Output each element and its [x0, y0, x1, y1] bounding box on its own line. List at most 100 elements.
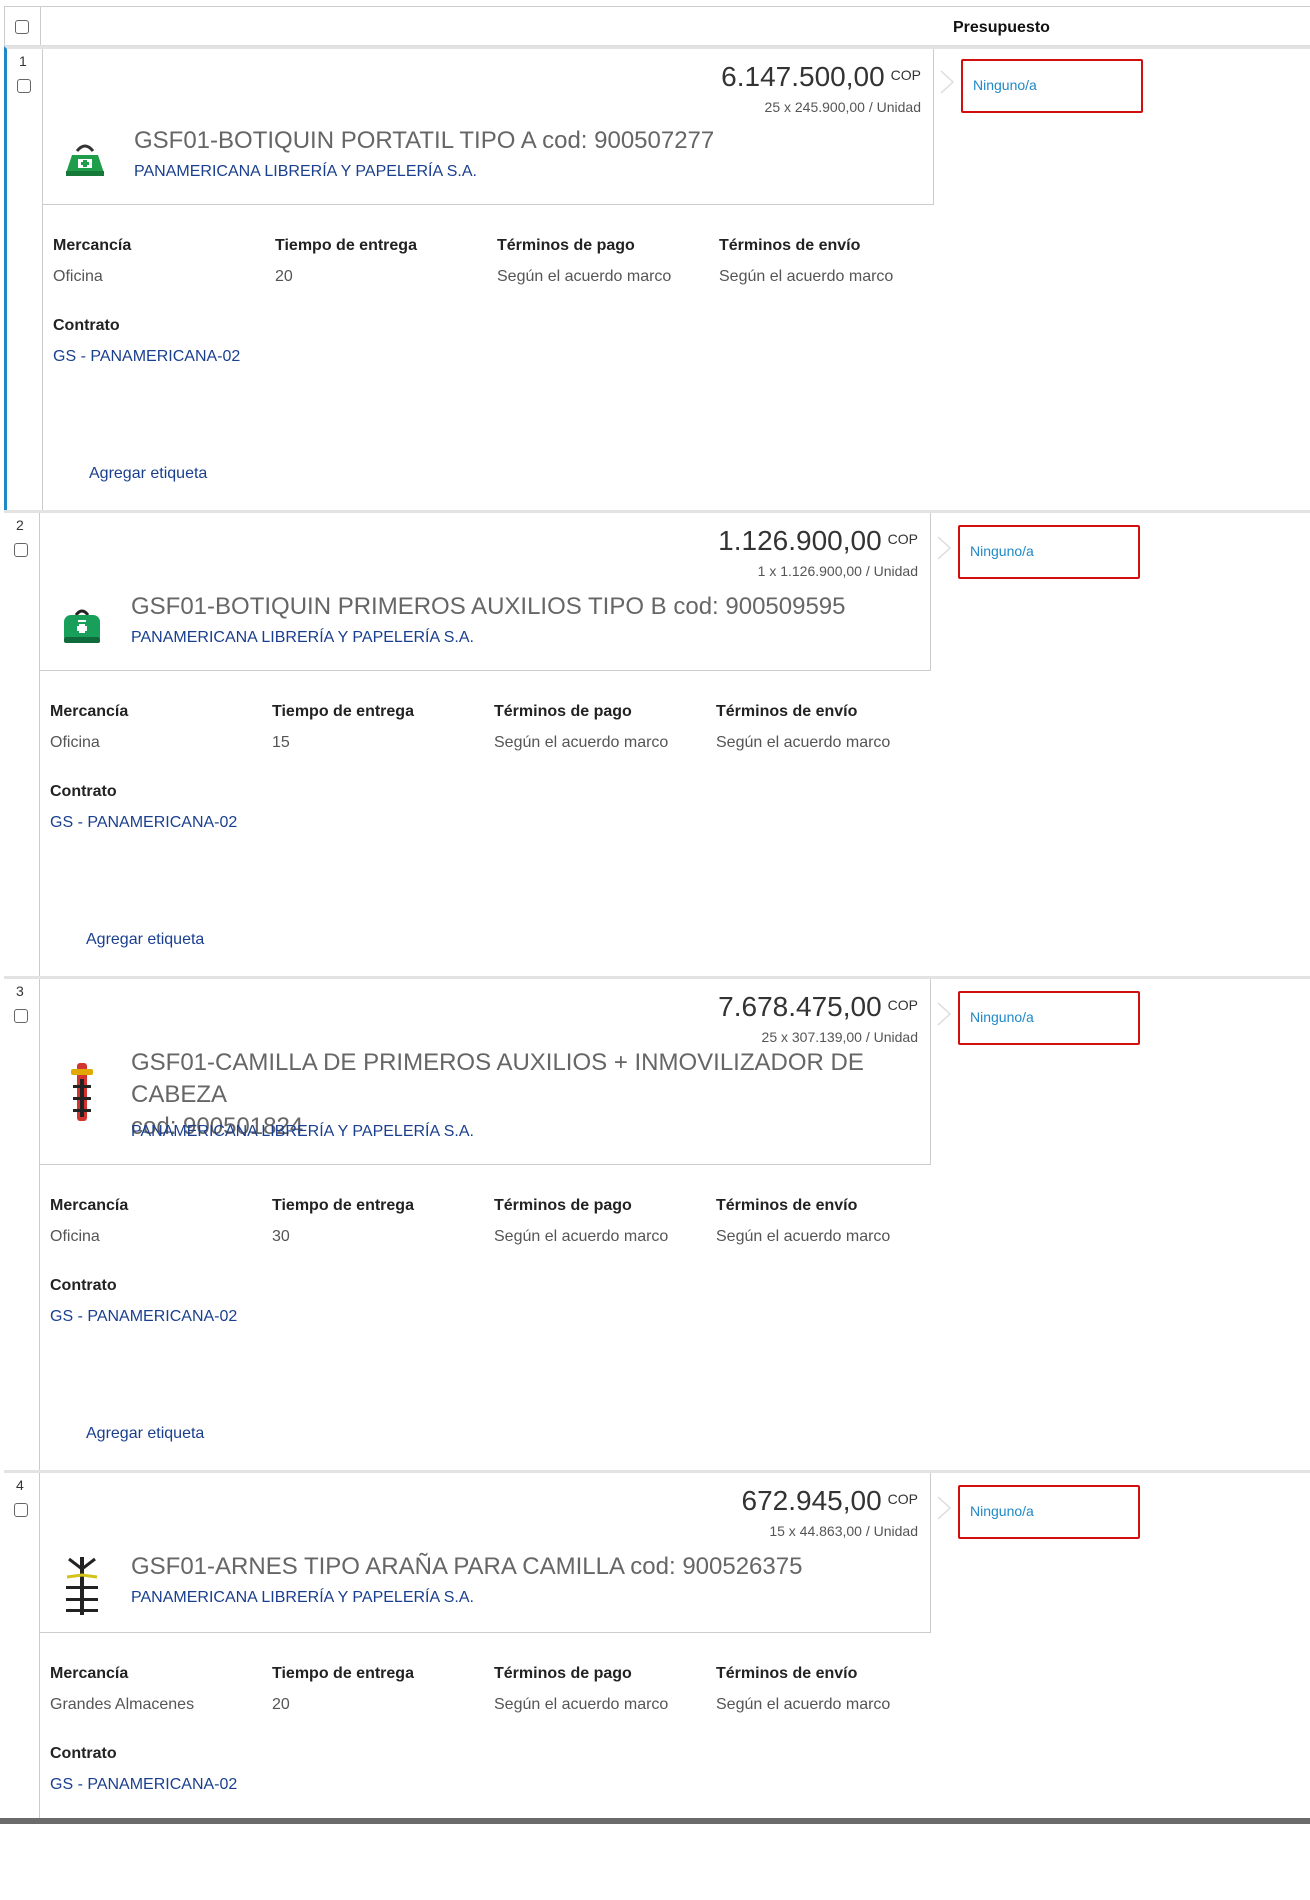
- currency: COP: [887, 1490, 918, 1507]
- row-checkbox[interactable]: [14, 1503, 28, 1517]
- add-tag-link[interactable]: Agregar etiqueta: [89, 465, 207, 483]
- unit-price: 25 x 307.139,00 / Unidad: [761, 1029, 918, 1045]
- payment-label: Términos de pago: [497, 237, 635, 254]
- select-all-checkbox[interactable]: [15, 20, 29, 34]
- shipping-col: Términos de envío Según el acuerdo marco: [719, 237, 919, 291]
- shipping-value: Según el acuerdo marco: [716, 1696, 891, 1713]
- merchandise-label: Mercancía: [50, 1197, 129, 1214]
- shipping-col: Términos de envío Según el acuerdo marco: [716, 1197, 916, 1251]
- delivery-col: Tiempo de entrega 20: [272, 1665, 472, 1719]
- merchandise-col: Mercancía Oficina: [50, 1197, 250, 1251]
- payment-label: Términos de pago: [494, 1197, 632, 1214]
- product-name[interactable]: GSF01-BOTIQUIN PRIMEROS AUXILIOS TIPO B …: [131, 591, 846, 623]
- stretcher-icon[interactable]: [57, 1059, 107, 1123]
- payment-col: Términos de pago Según el acuerdo marco: [494, 1197, 694, 1251]
- merchandise-col: Mercancía Oficina: [50, 703, 250, 757]
- delivery-col: Tiempo de entrega 30: [272, 1197, 472, 1251]
- unit-price: 1 x 1.126.900,00 / Unidad: [757, 563, 918, 579]
- unit-price: 25 x 245.900,00 / Unidad: [764, 99, 921, 115]
- chevron-right-icon: [940, 70, 955, 94]
- budget-field[interactable]: Ninguno/a: [958, 1485, 1140, 1539]
- row-gutter: 1: [7, 49, 43, 510]
- supplier-link[interactable]: PANAMERICANA LIBRERÍA Y PAPELERÍA S.A.: [131, 1123, 474, 1141]
- contract-link[interactable]: GS - PANAMERICANA-02: [50, 809, 240, 837]
- contract-label: Contrato: [50, 1277, 117, 1294]
- delivery-col: Tiempo de entrega 20: [275, 237, 475, 291]
- unit-price: 15 x 44.863,00 / Unidad: [769, 1523, 918, 1539]
- contract-link[interactable]: GS - PANAMERICANA-02: [53, 343, 243, 371]
- total-amount: 6.147.500,00: [721, 61, 885, 92]
- budget-field[interactable]: Ninguno/a: [958, 525, 1140, 579]
- payment-value: Según el acuerdo marco: [494, 734, 669, 751]
- supplier-link[interactable]: PANAMERICANA LIBRERÍA Y PAPELERÍA S.A.: [134, 163, 477, 181]
- horizontal-scrollbar[interactable]: [0, 1818, 1310, 1824]
- chevron-right-icon: [937, 1002, 952, 1026]
- select-all-cell: [5, 7, 41, 45]
- payment-col: Términos de pago Según el acuerdo marco: [494, 1665, 694, 1719]
- delivery-label: Tiempo de entrega: [272, 703, 414, 720]
- supplier-link[interactable]: PANAMERICANA LIBRERÍA Y PAPELERÍA S.A.: [131, 1589, 474, 1607]
- product-name[interactable]: GSF01-BOTIQUIN PORTATIL TIPO A cod: 9005…: [134, 125, 714, 157]
- contract-link[interactable]: GS - PANAMERICANA-02: [50, 1303, 240, 1331]
- delivery-col: Tiempo de entrega 15: [272, 703, 472, 757]
- first-aid-bag-icon[interactable]: [57, 599, 107, 649]
- price-block: 672.945,00 COP 15 x 44.863,00 / Unidad: [742, 1485, 918, 1539]
- payment-label: Términos de pago: [494, 1665, 632, 1682]
- row-checkbox[interactable]: [14, 543, 28, 557]
- shipping-value: Según el acuerdo marco: [719, 268, 894, 285]
- contract-label: Contrato: [50, 783, 117, 800]
- row-checkbox[interactable]: [14, 1009, 28, 1023]
- contract-label: Contrato: [50, 1745, 117, 1762]
- merchandise-col: Mercancía Grandes Almacenes: [50, 1665, 250, 1719]
- contract-link[interactable]: GS - PANAMERICANA-02: [50, 1771, 240, 1799]
- delivery-label: Tiempo de entrega: [275, 237, 417, 254]
- delivery-value: 15: [272, 734, 290, 751]
- payment-value: Según el acuerdo marco: [494, 1696, 669, 1713]
- add-tag-link[interactable]: Agregar etiqueta: [86, 1425, 204, 1443]
- item-card: 672.945,00 COP 15 x 44.863,00 / Unidad GS…: [39, 1473, 931, 1633]
- row-checkbox[interactable]: [17, 79, 31, 93]
- shipping-col: Términos de envío Según el acuerdo marco: [716, 703, 916, 757]
- row-gutter: 3: [4, 979, 40, 1470]
- total-amount: 1.126.900,00: [718, 525, 882, 556]
- currency: COP: [887, 996, 918, 1013]
- item-card: 1.126.900,00 COP 1 x 1.126.900,00 / Unida…: [39, 513, 931, 671]
- product-name[interactable]: GSF01-ARNES TIPO ARAÑA PARA CAMILLA cod:…: [131, 1551, 802, 1583]
- delivery-value: 20: [272, 1696, 290, 1713]
- row-number: 2: [16, 517, 24, 533]
- shipping-label: Términos de envío: [716, 703, 858, 720]
- spider-harness-icon[interactable]: [57, 1553, 107, 1617]
- delivery-value: 20: [275, 268, 293, 285]
- shipping-label: Términos de envío: [719, 237, 861, 254]
- item-card: 6.147.500,00 COP 25 x 245.900,00 / Unidad…: [42, 49, 934, 205]
- line-item-row: 3 7.678.475,00 COP 25 x 307.139,00 / Unid…: [4, 976, 1310, 1470]
- payment-label: Términos de pago: [494, 703, 632, 720]
- row-gutter: 2: [4, 513, 40, 976]
- shipping-value: Según el acuerdo marco: [716, 1228, 891, 1245]
- item-card: 7.678.475,00 COP 25 x 307.139,00 / Unidad…: [39, 979, 931, 1165]
- contract-label: Contrato: [53, 317, 120, 334]
- budget-field[interactable]: Ninguno/a: [961, 59, 1143, 113]
- price-block: 7.678.475,00 COP 25 x 307.139,00 / Unidad: [718, 991, 918, 1045]
- budget-column-title: Presupuesto: [953, 19, 1050, 36]
- currency: COP: [890, 66, 921, 83]
- price-block: 6.147.500,00 COP 25 x 245.900,00 / Unidad: [721, 61, 921, 115]
- contract-col: Contrato GS - PANAMERICANA-02: [50, 1277, 240, 1331]
- contract-col: Contrato GS - PANAMERICANA-02: [50, 1745, 240, 1799]
- add-tag-link[interactable]: Agregar etiqueta: [86, 931, 204, 949]
- payment-value: Según el acuerdo marco: [497, 268, 672, 285]
- budget-field[interactable]: Ninguno/a: [958, 991, 1140, 1045]
- first-aid-kit-icon[interactable]: [60, 133, 110, 183]
- row-number: 4: [16, 1477, 24, 1493]
- supplier-link[interactable]: PANAMERICANA LIBRERÍA Y PAPELERÍA S.A.: [131, 629, 474, 647]
- merchandise-label: Mercancía: [50, 1665, 129, 1682]
- total-amount: 7.678.475,00: [718, 991, 882, 1022]
- delivery-label: Tiempo de entrega: [272, 1665, 414, 1682]
- line-item-row: 1 6.147.500,00 COP 25 x 245.900,00 / Unid…: [4, 46, 1310, 510]
- merchandise-value: Grandes Almacenes: [50, 1696, 195, 1713]
- product-name-line1: GSF01-CAMILLA DE PRIMEROS AUXILIOS + INM…: [131, 1049, 864, 1108]
- payment-col: Términos de pago Según el acuerdo marco: [497, 237, 697, 291]
- row-number: 1: [19, 53, 27, 69]
- table-header: Presupuesto: [4, 6, 1310, 46]
- merchandise-value: Oficina: [50, 734, 100, 751]
